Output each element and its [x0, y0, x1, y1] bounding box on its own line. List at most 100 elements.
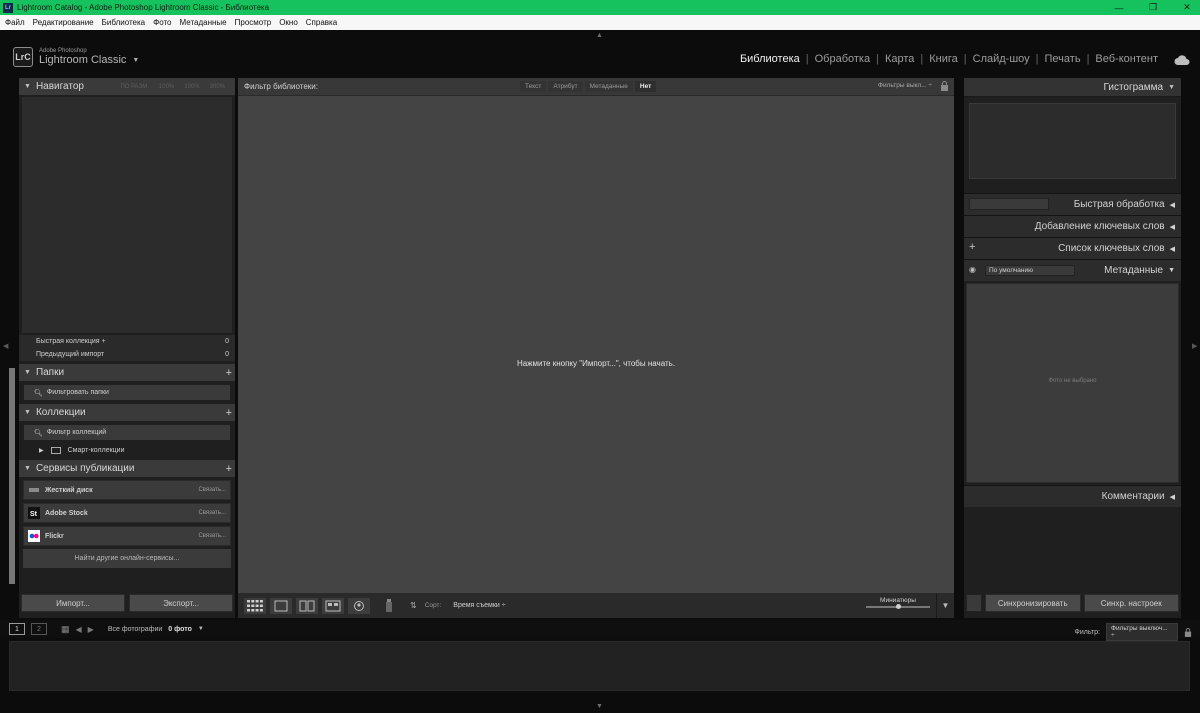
module-book[interactable]: Книга	[923, 53, 964, 65]
sort-direction-icon[interactable]: ⇅	[410, 601, 417, 610]
add-keywords-header[interactable]: Добавление ключевых слов ◀	[964, 215, 1181, 237]
photo-grid[interactable]: Нажмите кнопку "Импорт...", чтобы начать…	[238, 97, 954, 597]
compare-view-icon[interactable]	[296, 597, 318, 614]
minimize-icon[interactable]: —	[1112, 3, 1126, 13]
primary-window-button[interactable]: 1	[9, 623, 25, 635]
expand-triangle-icon[interactable]: ▶	[39, 447, 44, 454]
forward-arrow-icon[interactable]: ▶	[88, 625, 94, 634]
filmstrip-source[interactable]: Все фотографии	[108, 626, 162, 633]
sync-button[interactable]: Синхронизировать	[985, 594, 1081, 612]
navigator-preview[interactable]	[22, 97, 232, 333]
collections-header[interactable]: ▼ Коллекции +	[19, 404, 235, 421]
publish-services-title: Сервисы публикации	[35, 463, 135, 474]
quick-develop-preset-select[interactable]	[969, 198, 1049, 210]
menu-photo[interactable]: Фото	[153, 18, 171, 27]
sync-settings-button[interactable]: Синхр. настроек	[1083, 594, 1179, 612]
add-publish-service-icon[interactable]: +	[226, 463, 232, 475]
menu-edit[interactable]: Редактирование	[33, 18, 94, 27]
find-more-services-button[interactable]: Найти другие онлайн-сервисы...	[23, 549, 231, 568]
publish-connect-link[interactable]: Связать...	[198, 533, 226, 539]
import-button[interactable]: Импорт...	[21, 594, 125, 612]
publish-connect-link[interactable]: Связать...	[198, 487, 226, 493]
collapse-triangle-icon: ▼	[24, 409, 31, 416]
folders-header[interactable]: ▼ Папки +	[19, 364, 235, 381]
zoom-100[interactable]: 100%	[184, 84, 199, 90]
grid-icon[interactable]: ▦	[61, 624, 70, 635]
navigator-header[interactable]: ▼ Навигатор ПО РАЗМ. 100% 100% 300%	[19, 78, 235, 95]
collapse-top-panel-icon[interactable]: ▲	[596, 32, 603, 39]
collapse-bottom-panel-icon[interactable]: ▼	[596, 703, 603, 710]
left-panel-buttons: Импорт... Экспорт...	[19, 592, 235, 614]
module-slideshow[interactable]: Слайд-шоу	[967, 53, 1036, 65]
left-panel-scrollbar[interactable]	[9, 368, 15, 584]
eye-icon[interactable]: ◉	[969, 265, 976, 274]
comments-header[interactable]: Комментарии ◀	[964, 485, 1181, 507]
sort-select[interactable]: Время съемки ÷	[453, 602, 505, 609]
secondary-window-button[interactable]: 2	[31, 623, 47, 635]
module-web[interactable]: Веб-контент	[1089, 53, 1164, 65]
close-icon[interactable]: ✕	[1180, 2, 1194, 13]
thumbnail-size-slider[interactable]	[866, 604, 930, 609]
filter-tab-metadata[interactable]: Метаданные	[584, 81, 633, 92]
module-library[interactable]: Библиотека	[734, 53, 806, 65]
source-menu-chevron-icon[interactable]: ▼	[198, 626, 204, 632]
menu-metadata[interactable]: Метаданные	[180, 18, 227, 27]
left-panel: ▼ Навигатор ПО РАЗМ. 100% 100% 300% Быст…	[19, 78, 235, 618]
publish-hard-drive[interactable]: Жесткий диск Связать...	[23, 480, 231, 500]
catalog-row-previous-import[interactable]: Предыдущий импорт 0	[19, 348, 235, 361]
survey-view-icon[interactable]	[322, 597, 344, 614]
add-collection-icon[interactable]: +	[226, 407, 232, 419]
histogram-header[interactable]: Гистограмма ▼	[964, 78, 1181, 97]
loupe-view-icon[interactable]	[270, 597, 292, 614]
left-panel-toggle-icon[interactable]: ◀	[3, 342, 8, 350]
back-arrow-icon[interactable]: ◀	[76, 625, 82, 634]
publish-flickr[interactable]: Flickr Связать...	[23, 526, 231, 546]
grid-view-icon[interactable]	[244, 597, 266, 614]
export-button[interactable]: Экспорт...	[129, 594, 233, 612]
filter-tab-text[interactable]: Текст	[520, 81, 547, 92]
auto-sync-switch[interactable]	[966, 594, 982, 612]
filmstrip[interactable]	[9, 641, 1190, 691]
metadata-preset-select[interactable]: По умолчанию	[985, 265, 1075, 276]
catalog-row-quick-collection[interactable]: Быстрая коллекция + 0	[19, 335, 235, 348]
menu-window[interactable]: Окно	[279, 18, 298, 27]
smart-collections-item[interactable]: ▶ Смарт-коллекции	[19, 444, 235, 456]
people-view-icon[interactable]	[348, 597, 370, 614]
menu-view[interactable]: Просмотр	[235, 18, 272, 27]
filter-tab-none[interactable]: Нет	[634, 81, 657, 92]
add-keyword-icon[interactable]: +	[969, 241, 975, 253]
menu-library[interactable]: Библиотека	[102, 18, 146, 27]
zoom-300[interactable]: 300%	[210, 84, 225, 90]
quick-develop-header[interactable]: Быстрая обработка ◀	[964, 193, 1181, 215]
add-folder-icon[interactable]: +	[226, 367, 232, 379]
lock-icon[interactable]	[1184, 627, 1192, 637]
zoom-fit[interactable]: ПО РАЗМ.	[120, 84, 148, 90]
zoom-fill[interactable]: 100%	[159, 84, 174, 90]
metadata-title: Метаданные	[1104, 265, 1164, 276]
metadata-header[interactable]: ◉ По умолчанию Метаданные ▼	[964, 259, 1181, 281]
search-icon: 🔍︎	[34, 429, 43, 437]
publish-services-header[interactable]: ▼ Сервисы публикации +	[19, 460, 235, 477]
collections-filter-input[interactable]: 🔍︎ Фильтр коллекций	[24, 425, 230, 440]
slider-knob[interactable]	[896, 604, 901, 609]
publish-adobe-stock[interactable]: St Adobe Stock Связать...	[23, 503, 231, 523]
module-print[interactable]: Печать	[1039, 53, 1087, 65]
filter-tab-attribute[interactable]: Атрибут	[548, 81, 583, 92]
module-develop[interactable]: Обработка	[809, 53, 876, 65]
restore-icon[interactable]: ❐	[1146, 2, 1160, 13]
smart-collection-folder-icon	[50, 446, 61, 454]
cloud-sync-icon[interactable]	[1174, 54, 1190, 66]
toolbar-menu-chevron-icon[interactable]: ▼	[936, 593, 954, 618]
filter-preset-select[interactable]: Фильтры выкл... ÷	[878, 82, 932, 89]
menu-help[interactable]: Справка	[306, 18, 337, 27]
keyword-list-header[interactable]: + Список ключевых слов ◀	[964, 237, 1181, 259]
filmstrip-filter-select[interactable]: Фильтры выключ... ÷	[1106, 623, 1178, 641]
painter-icon[interactable]	[382, 598, 396, 614]
folders-filter-input[interactable]: 🔍︎ Фильтровать папки	[24, 385, 230, 400]
module-map[interactable]: Карта	[879, 53, 920, 65]
publish-connect-link[interactable]: Связать...	[198, 510, 226, 516]
menu-file[interactable]: Файл	[5, 18, 25, 27]
identity-caret-icon[interactable]: ▼	[132, 57, 139, 64]
right-panel-toggle-icon[interactable]: ▶	[1192, 342, 1197, 350]
lock-icon[interactable]	[940, 81, 949, 91]
